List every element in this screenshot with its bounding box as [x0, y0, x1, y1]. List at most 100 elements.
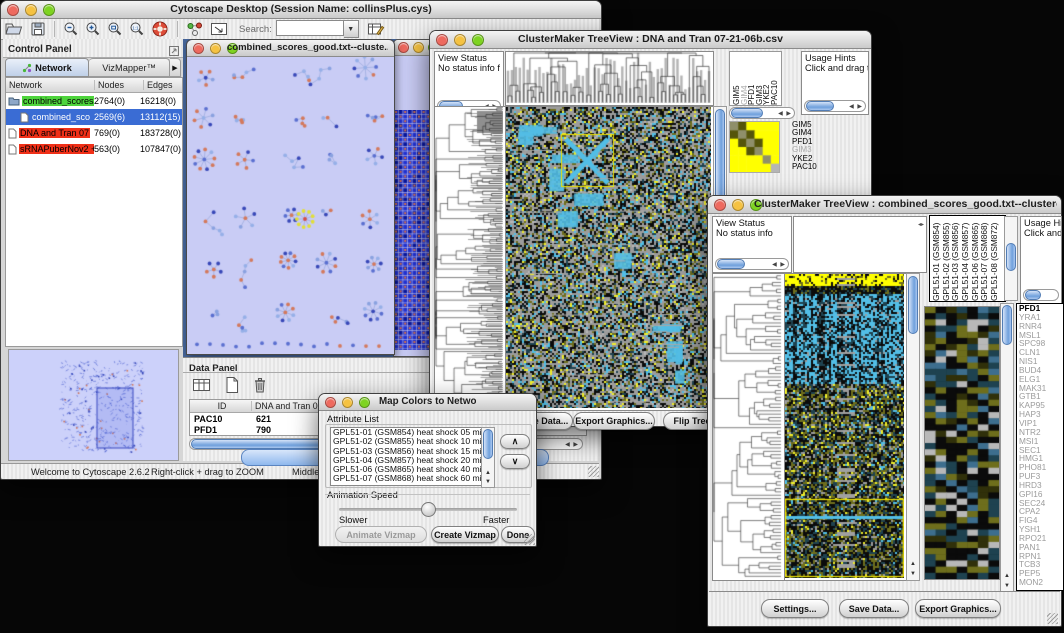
gene-name[interactable]: GTB1 — [1019, 392, 1063, 401]
attribute-list-vscrollbar[interactable]: ▲ ▼ — [481, 427, 495, 488]
gene-name[interactable]: SEC1 — [1019, 446, 1063, 455]
zoom-out-icon[interactable] — [63, 21, 79, 37]
treeview2-title-bar[interactable]: ClusterMaker TreeView : combined_scores_… — [708, 196, 1061, 214]
attribute-list-item[interactable]: GPL51-03 (GSM856) heat shock 15 min — [331, 447, 481, 456]
usage-hints-scrollbar[interactable]: ◀ ▶ — [804, 100, 866, 112]
dialog-title-bar[interactable]: Map Colors to Network — [319, 394, 536, 411]
save-icon[interactable] — [30, 21, 46, 37]
gene-name[interactable]: BUD4 — [1019, 366, 1063, 375]
scrollbar-thumb[interactable] — [717, 259, 745, 269]
column-dendrogram-canvas[interactable] — [506, 52, 711, 103]
annotation-icon[interactable] — [210, 21, 228, 37]
gene-list-vscrollbar[interactable]: ▲ ▼ — [1000, 303, 1014, 593]
col-network[interactable]: Network — [6, 80, 95, 90]
close-button[interactable] — [436, 34, 448, 46]
gene-name[interactable]: MSI1 — [1019, 437, 1063, 446]
detail-heatmap-canvas[interactable] — [925, 307, 999, 579]
scroll-up-arrow[interactable]: ▲ — [482, 469, 494, 477]
attribute-list-item[interactable]: GPL51-02 (GSM855) heat shock 10 min — [331, 437, 481, 446]
resize-grip[interactable] — [1047, 613, 1058, 624]
delete-attribute-icon[interactable] — [252, 376, 268, 394]
close-button[interactable] — [325, 397, 336, 408]
gene-name[interactable]: KAP95 — [1019, 401, 1063, 410]
scrollbar-thumb[interactable] — [806, 101, 834, 111]
gene-name[interactable]: HAP3 — [1019, 410, 1063, 419]
gene-name[interactable]: SPC98 — [1019, 339, 1063, 348]
network-list-row[interactable]: combined_sco2569(6)13112(15) — [6, 109, 182, 125]
tab-vizmapper[interactable]: VizMapper™ — [89, 58, 170, 77]
gene-name[interactable]: YRA1 — [1019, 313, 1063, 322]
gene-name[interactable]: VIP1 — [1019, 419, 1063, 428]
attribute-list-item[interactable]: GPL51-01 (GSM854) heat shock 05 min — [331, 428, 481, 437]
tabs-overflow-button[interactable]: ▶ — [170, 58, 181, 77]
minimize-button[interactable] — [25, 4, 37, 16]
treeview1-title-bar[interactable]: ClusterMaker TreeView : DNA and Tran 07-… — [430, 31, 871, 49]
animate-vizmap-button[interactable]: Animate Vizmap — [335, 526, 427, 543]
resize-grip[interactable] — [588, 466, 599, 477]
treeview2-vscrollbar[interactable]: ▲ ▼ — [906, 273, 920, 581]
export-graphics-button[interactable]: Export Graphics... — [573, 412, 655, 430]
speed-slider-thumb[interactable] — [421, 502, 436, 517]
main-title-bar[interactable]: Cytoscape Desktop (Session Name: collins… — [1, 1, 601, 19]
attribute-table-icon[interactable] — [367, 21, 385, 37]
scrollbar-arrows[interactable]: ◀ ▶ — [565, 441, 579, 448]
row-dendrogram-canvas[interactable] — [713, 274, 782, 578]
zoom-in-icon[interactable] — [85, 21, 101, 37]
export-graphics-button[interactable]: Export Graphics... — [915, 599, 1001, 618]
network-list-row[interactable]: combined_scores2764(0)16218(0) — [6, 93, 182, 109]
select-attributes-icon[interactable] — [192, 376, 212, 394]
network-list-row[interactable]: DNA and Tran 07769(0)183728(0) — [6, 125, 182, 141]
search-combobox[interactable]: ▼ — [276, 20, 359, 38]
gene-name[interactable]: PEP5 — [1019, 569, 1063, 578]
scroll-down-arrow[interactable]: ▼ — [1001, 582, 1013, 590]
scroll-down-arrow[interactable]: ▼ — [907, 570, 919, 578]
minimize-button[interactable] — [454, 34, 466, 46]
scrollbar-thumb[interactable] — [908, 276, 918, 334]
dense-network-canvas[interactable] — [394, 110, 429, 350]
gene-name[interactable]: MON2 — [1019, 578, 1063, 587]
scroll-up-arrow[interactable]: ▲ — [1001, 572, 1013, 580]
gene-name[interactable]: HMG1 — [1019, 454, 1063, 463]
attribute-list[interactable]: GPL51-01 (GSM854) heat shock 05 minGPL51… — [330, 427, 482, 486]
gene-name[interactable]: RPO21 — [1019, 534, 1063, 543]
gene-name[interactable]: MSL1 — [1019, 331, 1063, 340]
scroll-up-arrow[interactable]: ▲ — [907, 560, 919, 568]
gene-name[interactable]: GPI16 — [1019, 490, 1063, 499]
scrollbar-arrows[interactable]: ◀ ▶ — [849, 103, 863, 110]
gene-name[interactable]: RPN1 — [1019, 552, 1063, 561]
network-list-row[interactable]: sRNAPuberNov2 +563(0)107847(0) — [6, 141, 182, 157]
scrollbar-arrows[interactable]: ◀ ▶ — [778, 110, 792, 117]
resize-grip[interactable] — [524, 534, 535, 545]
usage-hints-scrollbar[interactable] — [1023, 289, 1059, 301]
gene-name[interactable]: PHO81 — [1019, 463, 1063, 472]
gene-name[interactable]: TCB3 — [1019, 560, 1063, 569]
column-labels-vscrollbar[interactable] — [1004, 216, 1018, 301]
zoom-button[interactable] — [359, 397, 370, 408]
treeview1-heatmap-canvas[interactable] — [506, 107, 711, 408]
attribute-list-item[interactable]: GPL51-04 (GSM857) heat shock 20 min — [331, 456, 481, 465]
minimize-button[interactable] — [413, 42, 424, 53]
gene-name[interactable]: RNR4 — [1019, 322, 1063, 331]
zoom-fit-icon[interactable]: 1:1 — [129, 21, 145, 37]
row-dendrogram-canvas[interactable] — [435, 107, 503, 408]
move-up-button[interactable]: ∧ — [500, 434, 530, 449]
scrollbar-arrows[interactable]: ◀ ▶ — [772, 261, 786, 268]
gene-name[interactable]: NIS1 — [1019, 357, 1063, 366]
minimize-button[interactable] — [732, 199, 744, 211]
move-down-button[interactable]: ∨ — [500, 454, 530, 469]
gene-name[interactable]: SEC24 — [1019, 499, 1063, 508]
vizmapper-icon[interactable] — [186, 21, 204, 37]
network-canvas[interactable] — [187, 57, 392, 353]
gene-name[interactable]: PAN1 — [1019, 543, 1063, 552]
col-nodes[interactable]: Nodes — [95, 80, 144, 90]
minimize-button[interactable] — [342, 397, 353, 408]
new-attribute-icon[interactable] — [224, 376, 240, 394]
attribute-list-item[interactable]: GPL51-06 (GSM865) heat shock 40 min — [331, 465, 481, 474]
gene-name[interactable]: ELG1 — [1019, 375, 1063, 384]
pan-arrows[interactable]: ◂▸ — [918, 221, 924, 228]
search-dropdown-button[interactable]: ▼ — [344, 20, 359, 38]
scrollbar-thumb[interactable] — [731, 108, 763, 118]
close-button[interactable] — [714, 199, 726, 211]
scroll-down-arrow[interactable]: ▼ — [482, 478, 494, 486]
open-file-icon[interactable] — [4, 21, 24, 37]
